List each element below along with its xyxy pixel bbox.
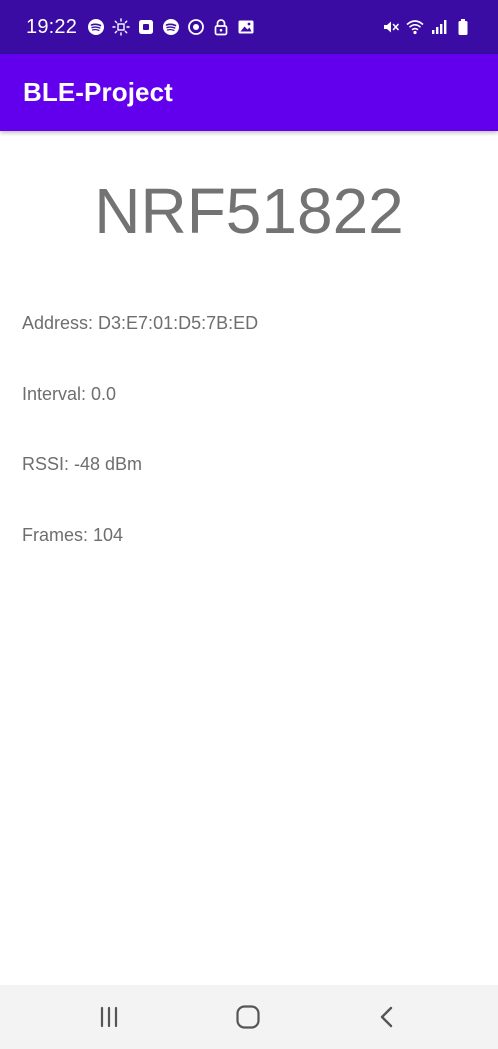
status-system-icons — [382, 18, 472, 36]
device-interval: Interval: 0.0 — [22, 384, 117, 404]
sync-icon — [187, 18, 205, 36]
status-bar: 19:22 — [0, 0, 498, 54]
recents-icon — [97, 1006, 121, 1028]
back-icon — [377, 1005, 397, 1029]
navigation-bar — [0, 985, 498, 1049]
lock-icon — [212, 18, 230, 36]
square-app-icon — [137, 18, 155, 36]
device-rssi: RSSI: -48 dBm — [22, 454, 143, 474]
device-name: NRF51822 — [94, 175, 404, 247]
status-notification-icons — [87, 18, 255, 36]
device-address: Address: D3:E7:01:D5:7B:ED — [22, 313, 259, 333]
spotify-icon — [87, 18, 105, 36]
brightness-icon — [112, 18, 130, 36]
home-icon — [235, 1004, 261, 1030]
mute-icon — [382, 18, 400, 36]
device-frames: Frames: 104 — [22, 525, 124, 545]
signal-icon — [430, 18, 448, 36]
app-title: BLE-Project — [23, 77, 173, 107]
back-button[interactable] — [347, 985, 427, 1049]
spotify-icon — [162, 18, 180, 36]
screen: 19:22 BLE-Project NRF51822 Address: D3:E… — [0, 0, 498, 1049]
recents-button[interactable] — [69, 985, 149, 1049]
app-bar: BLE-Project — [0, 54, 498, 131]
status-time: 19:22 — [26, 15, 78, 38]
wifi-icon — [406, 18, 424, 36]
home-button[interactable] — [208, 985, 288, 1049]
image-icon — [237, 18, 255, 36]
battery-icon — [454, 18, 472, 36]
